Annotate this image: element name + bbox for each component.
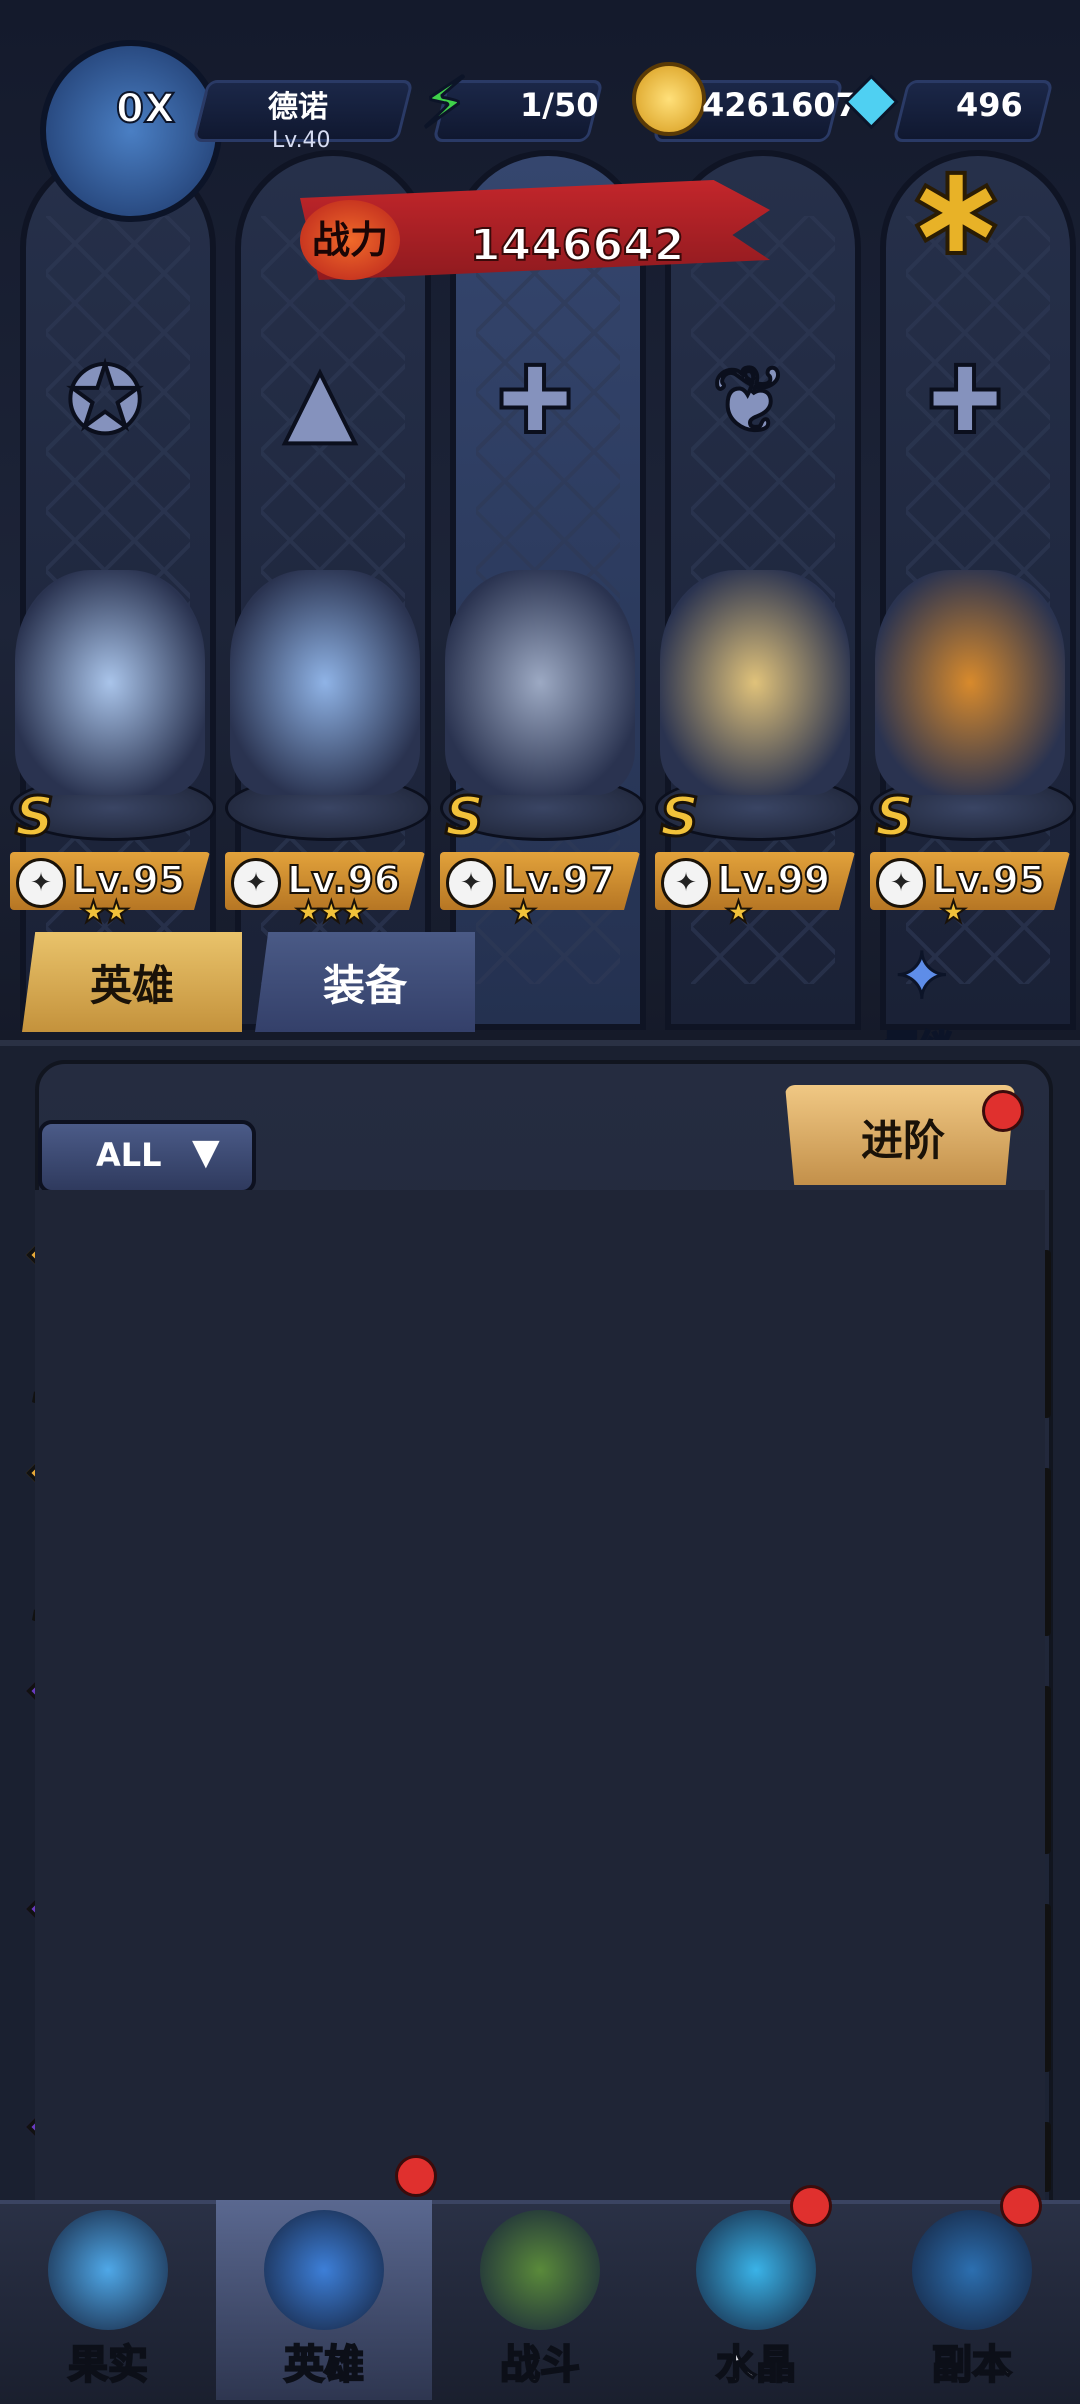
team-hero-stars: ★★★ <box>294 894 369 931</box>
player-name: 德诺 <box>268 90 328 125</box>
team-hero-figure[interactable] <box>15 570 205 795</box>
battle-sword-icon <box>480 2210 600 2330</box>
combat-power-label: 战力 <box>300 200 400 280</box>
wrench-class-icon: ✦ <box>446 858 496 908</box>
team-hero-figure[interactable] <box>875 570 1065 795</box>
portal-icon <box>912 2210 1032 2330</box>
nav-notification-dot <box>1000 2185 1042 2227</box>
nav-notification-dot <box>790 2185 832 2227</box>
nav-label: 水晶 <box>715 2341 797 2389</box>
team-hero-stars: ★ <box>939 894 968 931</box>
bonds-icon: ✦ <box>894 939 951 1016</box>
team-hero-grade: S <box>659 784 701 850</box>
nav-label: 副本 <box>931 2341 1013 2389</box>
team-hero-stars: ★ <box>724 894 753 931</box>
energy-value: 1/50 <box>520 86 599 124</box>
witch-hat-class-icon[interactable]: ▲ <box>250 330 390 470</box>
wizard-hat-icon <box>264 2210 384 2330</box>
team-hero-figure[interactable] <box>445 570 635 795</box>
settings-flower-icon[interactable]: ✱ <box>908 158 1004 272</box>
player-level: Lv.40 <box>272 128 331 153</box>
nav-notification-dot <box>395 2155 437 2197</box>
mage-class-icon[interactable]: ✪ <box>35 330 175 470</box>
combat-power-value: 1446642 <box>469 219 685 272</box>
fruit-icon <box>48 2210 168 2330</box>
team-hero-level-tag: ✦ Lv.95 <box>870 852 1070 910</box>
wrench-class-icon: ✦ <box>876 858 926 908</box>
mage-class-icon: ✦ <box>16 858 66 908</box>
nav-1[interactable]: 英雄 <box>216 2200 432 2400</box>
wrench-class-icon[interactable]: ✚ <box>465 330 605 470</box>
tab-heroes[interactable]: 英雄 <box>22 932 242 1032</box>
advance-button[interactable]: 进阶 <box>785 1085 1015 1185</box>
crystal-icon <box>696 2210 816 2330</box>
advance-notification-dot <box>982 1090 1024 1132</box>
boost-indicator: 0X <box>115 85 176 133</box>
team-hero-stars: ★ <box>509 894 538 931</box>
filter-dropdown[interactable]: ALL ▼ <box>38 1120 256 1194</box>
team-hero-grade: S <box>14 784 56 850</box>
nav-label: 英雄 <box>283 2341 365 2389</box>
wing-class-icon: ✦ <box>661 858 711 908</box>
wing-class-icon[interactable]: ❦ <box>680 330 820 470</box>
nav-3[interactable]: 水晶 <box>648 2200 864 2400</box>
diamond-icon[interactable]: ◆ <box>845 57 899 137</box>
witch-hat-class-icon: ✦ <box>231 858 281 908</box>
team-hero-level-tag: ✦ Lv.99 <box>655 852 855 910</box>
nav-label: 战斗 <box>499 2341 581 2389</box>
team-hero-figure[interactable] <box>660 570 850 795</box>
gem-value: 496 <box>956 86 1023 124</box>
advance-label: 进阶 <box>861 1116 946 1165</box>
filter-label: ALL <box>96 1136 162 1174</box>
wrench-class-icon[interactable]: ✚ <box>895 330 1035 470</box>
team-hero-stars: ★★ <box>79 894 131 931</box>
gold-coin-icon[interactable] <box>632 62 706 136</box>
team-hero-grade: S <box>874 784 916 850</box>
tab-equipment[interactable]: 装备 <box>255 932 475 1032</box>
hero-grid <box>35 1190 1045 2200</box>
nav-0[interactable]: 果实 <box>0 2200 216 2400</box>
team-hero-level-tag: ✦ Lv.97 <box>440 852 640 910</box>
nav-4[interactable]: 副本 <box>864 2200 1080 2400</box>
nav-label: 果实 <box>67 2341 149 2389</box>
gold-value: 4261607 <box>702 86 858 124</box>
energy-icon[interactable]: ⚡ <box>418 61 470 146</box>
chevron-down-icon: ▼ <box>192 1132 220 1173</box>
team-hero-figure[interactable] <box>230 570 420 795</box>
team-hero-grade: S <box>444 784 486 850</box>
nav-2[interactable]: 战斗 <box>432 2200 648 2400</box>
